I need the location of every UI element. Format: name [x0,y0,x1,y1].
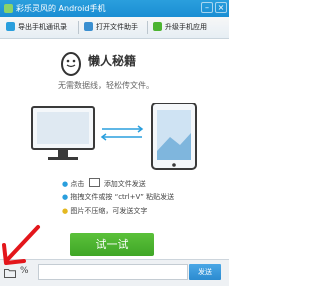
app-icon [4,4,13,13]
red-arrow-annotation [2,225,40,265]
tip-click: ● 点击 添加文件发送 [62,178,146,189]
hero-subtitle: 无需数据线，轻松传文件。 [58,81,154,90]
monitor-icon [31,106,95,160]
transfer-arrows-icon [100,125,144,141]
tip-image: ● 图片不压缩，可发送文字 [62,206,147,216]
qq-penguin-icon [61,52,81,76]
folder-icon[interactable] [88,178,100,187]
bulb-icon: ● [62,207,69,215]
window-title: 彩乐灵风的 Android手机 [16,4,106,13]
percent-icon[interactable]: % [20,266,30,276]
title-bar: 彩乐灵风的 Android手机 – × [0,0,229,17]
contacts-icon [6,22,15,31]
tip-click-prefix: 点击 [70,180,85,188]
upgrade-apps-label: 升级手机应用 [165,23,207,31]
minimize-button[interactable]: – [201,2,213,13]
send-button[interactable]: 发送 [189,264,221,280]
tip-drag: ● 拖拽文件或按 “ctrl+V” 粘贴发送 [62,192,174,202]
tip-image-text: 图片不压缩，可发送文字 [70,207,148,215]
toolbar-divider [78,21,79,34]
close-button[interactable]: × [215,2,227,13]
export-contacts-button[interactable]: 导出手机通讯录 [6,20,67,35]
try-it-button[interactable]: 试一试 [70,233,154,256]
bullet-dot: ● [62,193,69,201]
folder-icon[interactable] [4,268,16,278]
message-input[interactable] [38,264,188,280]
tip-click-suffix: 添加文件发送 [103,180,146,188]
transfer-illustration [31,103,197,170]
export-contacts-label: 导出手机通讯录 [18,23,67,31]
upgrade-icon [153,22,162,31]
open-folder-label: 打开文件助手 [96,23,138,31]
tip-drag-text: 拖拽文件或按 “ctrl+V” 粘贴发送 [70,193,175,201]
phone-icon [151,103,197,170]
open-folder-button[interactable]: 打开文件助手 [84,20,138,35]
upgrade-apps-button[interactable]: 升级手机应用 [153,20,207,35]
toolbar: 导出手机通讯录 打开文件助手 升级手机应用 [0,17,229,39]
window-controls: – × [201,2,227,13]
hero-title: 懒人秘籍 [88,54,137,68]
bullet-dot: ● [62,180,69,188]
file-helper-icon [84,22,93,31]
toolbar-divider [147,21,148,34]
